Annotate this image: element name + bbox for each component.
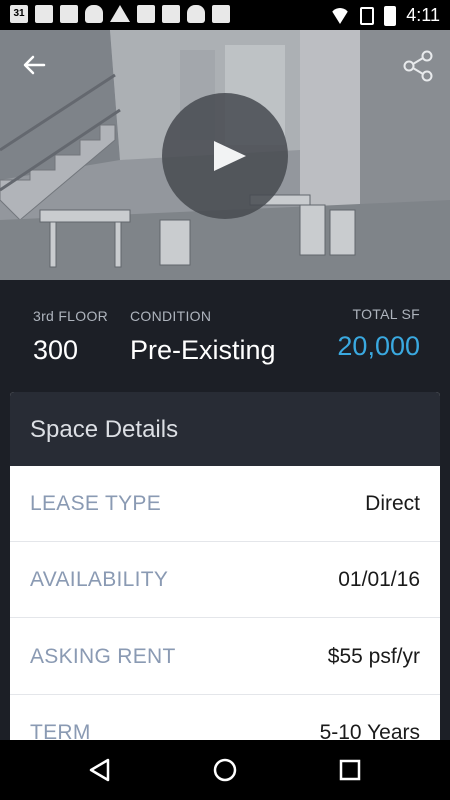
calendar-icon: 31: [10, 5, 28, 23]
detail-label: ASKING RENT: [30, 645, 176, 668]
nav-home-icon: [213, 758, 237, 782]
battery-icon: [384, 5, 397, 26]
detail-row-lease-type: LEASE TYPE Direct: [10, 466, 440, 542]
detail-label: AVAILABILITY: [30, 568, 169, 591]
space-details-card: Space Details LEASE TYPE Direct AVAILABI…: [10, 392, 440, 740]
share-icon: [403, 50, 433, 82]
back-button[interactable]: [18, 48, 52, 82]
navigation-bar: [0, 740, 450, 800]
total-sf-label: TOTAL SF: [352, 306, 420, 322]
nav-recents-button[interactable]: [334, 754, 366, 786]
clock: 4:11: [406, 5, 440, 25]
detail-row-availability: AVAILABILITY 01/01/16: [10, 542, 440, 618]
detail-value: 5-10 Years: [319, 721, 420, 740]
space-summary: 3rd FLOOR 300 CONDITION Pre-Existing TOT…: [0, 280, 450, 392]
status-bar: 31 4:11: [0, 0, 450, 30]
gmail-icon: [60, 5, 78, 23]
detail-value: $55 psf/yr: [327, 645, 420, 668]
nav-home-button[interactable]: [209, 754, 241, 786]
android-icon: [85, 5, 103, 23]
share-button[interactable]: [400, 48, 436, 84]
photos-icon: [35, 5, 53, 23]
total-sf-value: 20,000: [337, 331, 420, 361]
android-icon: [187, 5, 205, 23]
no-sim-icon: [360, 6, 375, 25]
detail-row-asking-rent: ASKING RENT $55 psf/yr: [10, 619, 440, 695]
nav-back-button[interactable]: [84, 754, 116, 786]
system-icons: 4:11: [330, 5, 440, 26]
briefcase-icon: [212, 5, 230, 23]
condition-value: Pre-Existing: [130, 335, 276, 365]
space-video-preview[interactable]: [0, 30, 450, 280]
space-details-title: Space Details: [30, 416, 179, 443]
detail-label: LEASE TYPE: [30, 492, 162, 515]
nav-back-icon: [89, 758, 110, 782]
arrow-back-icon: [23, 55, 46, 75]
wifi-icon: [330, 7, 351, 24]
floor-label: 3rd FLOOR: [33, 308, 109, 324]
detail-row-term: TERM 5-10 Years: [10, 695, 440, 740]
play-button[interactable]: [162, 93, 288, 219]
detail-label: TERM: [30, 721, 91, 740]
inbox-icon: [162, 5, 180, 23]
detail-value: 01/01/16: [338, 568, 420, 591]
nav-recents-icon: [339, 759, 361, 781]
play-icon: [214, 141, 246, 171]
floor-value: 300: [33, 335, 79, 365]
download-icon: [137, 5, 155, 23]
space-details-header: Space Details: [10, 392, 440, 466]
notification-icons: 31: [10, 5, 230, 23]
drive-icon: [110, 5, 130, 22]
condition-label: CONDITION: [130, 308, 212, 324]
detail-value: Direct: [365, 492, 420, 515]
